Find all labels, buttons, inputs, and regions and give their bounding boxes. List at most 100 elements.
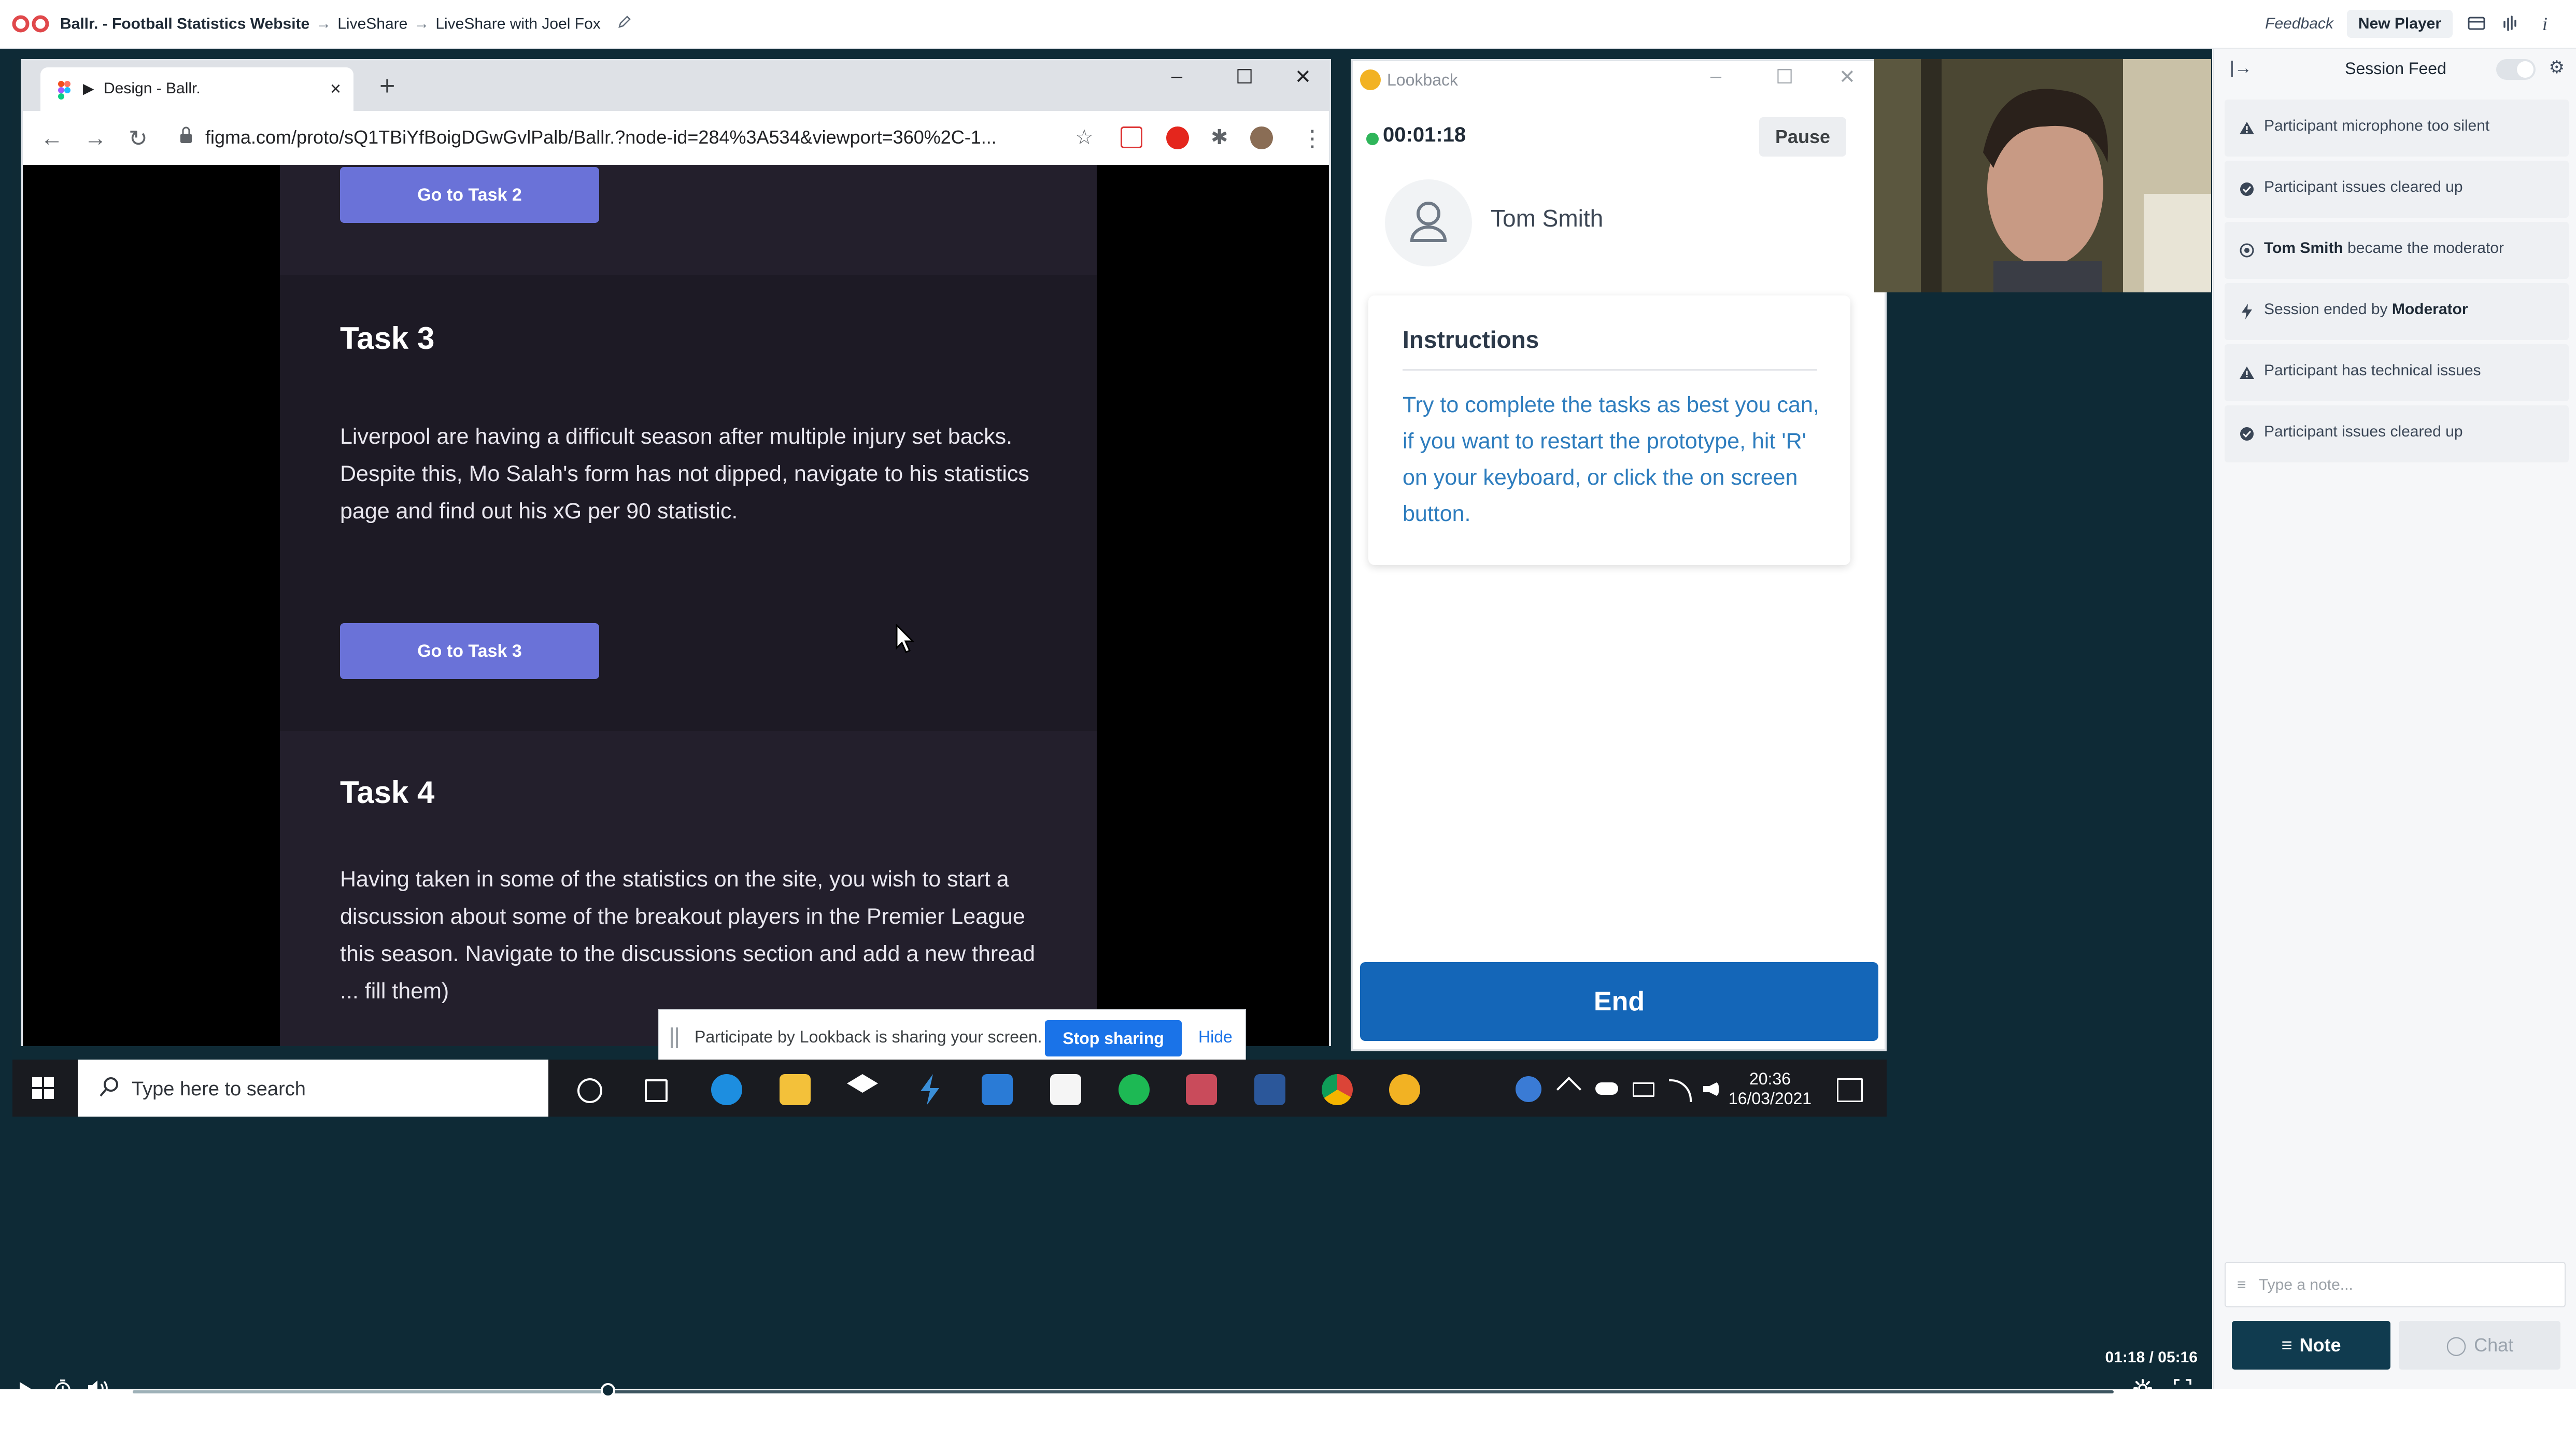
audio-levels-icon[interactable] <box>2500 13 2521 34</box>
fullscreen-icon[interactable] <box>2174 1379 2191 1402</box>
go-to-task-3-button[interactable]: Go to Task 3 <box>340 623 599 679</box>
edit-pencil-icon[interactable] <box>616 13 633 36</box>
volume-icon[interactable] <box>87 1379 110 1403</box>
note-lines-icon: ≡ <box>2237 1276 2246 1293</box>
note-input[interactable] <box>2258 1273 2550 1297</box>
new-tab-icon[interactable]: + <box>379 71 395 102</box>
info-icon[interactable]: i <box>2535 13 2555 34</box>
feed-moderator: Moderator <box>2391 301 2468 318</box>
playback-speed-icon[interactable] <box>54 1379 72 1404</box>
word-icon[interactable] <box>1254 1074 1285 1105</box>
minimize-icon[interactable]: – <box>1171 65 1182 88</box>
progress-knob[interactable] <box>601 1383 616 1398</box>
session-video[interactable]: ▶ Design - Ballr. × + – ☐ ✕ ← → ↻ figma.… <box>0 49 2212 1400</box>
pause-button[interactable]: Pause <box>1759 117 1846 157</box>
check-circle-icon <box>2238 425 2256 443</box>
browser-tab[interactable]: ▶ Design - Ballr. × <box>40 67 353 111</box>
extensions-puzzle-icon[interactable]: ✱ <box>1211 125 1228 149</box>
maximize-icon[interactable]: ☐ <box>1776 65 1793 89</box>
playing-icon: ▶ <box>83 80 94 96</box>
lightning-icon <box>2238 303 2256 320</box>
figma-prototype-viewport: Go to Task 2 Task 3 Liverpool are having… <box>23 165 1329 1046</box>
dropbox-icon[interactable] <box>847 1074 878 1093</box>
breadcrumb-liveshare[interactable]: LiveShare <box>337 15 407 32</box>
windows-start-icon[interactable] <box>32 1077 54 1099</box>
lock-icon[interactable] <box>178 125 194 146</box>
taskbar-search[interactable]: Type here to search <box>78 1060 548 1117</box>
help-icon[interactable] <box>1516 1076 1541 1102</box>
cortana-icon[interactable] <box>577 1078 602 1103</box>
lookback-logo-icon[interactable] <box>11 15 51 33</box>
edge-icon[interactable] <box>711 1074 742 1105</box>
back-icon[interactable]: ← <box>40 125 63 151</box>
browser-window: ▶ Design - Ballr. × + – ☐ ✕ ← → ↻ figma.… <box>21 59 1331 1046</box>
participant-avatar <box>1385 179 1472 266</box>
session-feed-list: Participant microphone too silent Partic… <box>2225 100 2569 467</box>
volume-icon[interactable] <box>1703 1081 1719 1097</box>
warning-icon <box>2238 364 2256 382</box>
reload-icon[interactable]: ↻ <box>129 125 148 152</box>
note-button[interactable]: ≡ Note <box>2232 1321 2390 1370</box>
maximize-icon[interactable]: ☐ <box>1236 65 1253 89</box>
note-input-box: ≡ <box>2225 1262 2566 1307</box>
check-circle-icon <box>2238 180 2256 198</box>
file-explorer-icon[interactable] <box>780 1074 811 1105</box>
instructions-card: Instructions Try to complete the tasks a… <box>1368 295 1850 565</box>
battery-icon[interactable] <box>1633 1082 1654 1097</box>
task-4-description: Having taken in some of the statistics o… <box>340 867 1035 1004</box>
wifi-icon[interactable] <box>1669 1079 1692 1102</box>
settings-gear-icon[interactable] <box>2133 1379 2152 1403</box>
feed-item[interactable]: Participant issues cleared up <box>2225 405 2569 462</box>
profile-avatar[interactable] <box>1250 126 1273 149</box>
lookback-taskbar-icon[interactable] <box>1389 1074 1420 1105</box>
close-icon[interactable]: ✕ <box>1839 65 1856 89</box>
new-player-button[interactable]: New Player <box>2346 10 2453 38</box>
mail-icon[interactable] <box>982 1074 1013 1105</box>
bookmark-star-icon[interactable]: ☆ <box>1075 125 1094 149</box>
chat-button[interactable]: ◯ Chat <box>2399 1321 2560 1370</box>
progress-bar[interactable] <box>133 1383 2114 1398</box>
feed-item[interactable]: Session ended by Moderator <box>2225 283 2569 340</box>
windows-taskbar: Type here to search 20:36 16/03/2021 <box>12 1060 1887 1117</box>
breadcrumb-project[interactable]: Ballr. - Football Statistics Website <box>60 15 309 32</box>
feed-item[interactable]: Participant microphone too silent <box>2225 100 2569 157</box>
close-tab-icon[interactable]: × <box>330 78 341 100</box>
feed-item[interactable]: Tom Smith became the moderator <box>2225 222 2569 279</box>
feed-item[interactable]: Participant issues cleared up <box>2225 161 2569 218</box>
store-icon[interactable] <box>1050 1074 1081 1105</box>
play-icon[interactable] <box>20 1382 34 1400</box>
filter-settings-icon[interactable]: ⚙ <box>2549 57 2565 78</box>
spotify-icon[interactable] <box>1119 1074 1150 1105</box>
url-field[interactable]: figma.com/proto/sQ1TBiYfBoigDGwGvlPalb/B… <box>205 126 997 148</box>
lookback-titlebar: Lookback – ☐ ✕ <box>1353 61 1885 101</box>
mouse-cursor-icon <box>896 624 915 653</box>
feed-item[interactable]: Participant has technical issues <box>2225 344 2569 401</box>
vscode-icon[interactable] <box>921 1074 939 1105</box>
search-icon <box>100 1077 118 1097</box>
forward-icon[interactable]: → <box>84 125 107 151</box>
dark-mode-toggle[interactable] <box>2496 59 2536 80</box>
note-lines-icon: ≡ <box>2281 1334 2292 1356</box>
tray-expand-icon[interactable] <box>1556 1076 1582 1102</box>
taskbar-clock[interactable]: 20:36 16/03/2021 <box>1726 1069 1814 1108</box>
task-3-heading: Task 3 <box>340 321 435 356</box>
task-view-icon[interactable] <box>645 1079 668 1102</box>
webcam-image <box>1874 59 2211 292</box>
menu-dots-icon[interactable]: ⋮ <box>1301 125 1324 152</box>
stop-sharing-button[interactable]: Stop sharing <box>1045 1020 1182 1056</box>
minimize-icon[interactable]: – <box>1710 65 1721 88</box>
screen-share-bar: Participate by Lookback is sharing your … <box>658 1009 1246 1066</box>
layout-icon[interactable] <box>2466 13 2487 34</box>
onedrive-icon[interactable] <box>1595 1082 1618 1095</box>
chrome-icon[interactable] <box>1322 1074 1353 1105</box>
extension-shield-icon[interactable] <box>1121 126 1142 148</box>
hide-share-bar-link[interactable]: Hide <box>1198 1027 1233 1047</box>
drag-handle-icon[interactable] <box>671 1027 678 1048</box>
feedback-link[interactable]: Feedback <box>2265 15 2333 33</box>
end-session-button[interactable]: End <box>1360 962 1878 1041</box>
adblock-icon[interactable] <box>1166 126 1189 149</box>
go-to-task-2-button[interactable]: Go to Task 2 <box>340 167 599 223</box>
notifications-icon[interactable] <box>1837 1078 1863 1102</box>
close-window-icon[interactable]: ✕ <box>1295 65 1311 89</box>
snip-icon[interactable] <box>1186 1074 1217 1105</box>
